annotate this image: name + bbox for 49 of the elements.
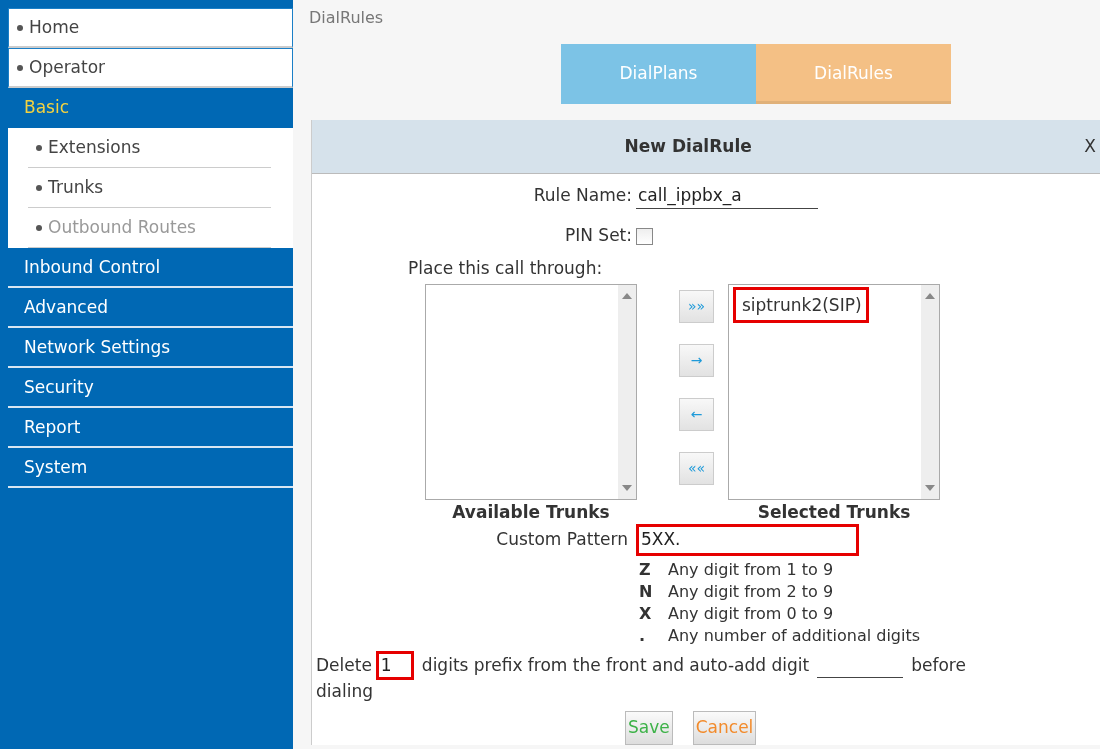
legend-symbol: . bbox=[639, 625, 647, 647]
legend-symbol: X bbox=[639, 603, 653, 625]
page-title: DialRules bbox=[309, 7, 385, 29]
legend-text: Any number of additional digits bbox=[668, 625, 921, 647]
legend-text: Any digit from 1 to 9 bbox=[668, 559, 834, 581]
scroll-down-icon[interactable] bbox=[622, 484, 632, 491]
rule-text: Delete bbox=[316, 655, 372, 675]
nav-item[interactable]: Outbound Routes bbox=[28, 208, 271, 248]
rule-text: digits prefix from the front and auto-add digit bbox=[421, 655, 810, 675]
dialog-title: New DialRule bbox=[623, 134, 753, 158]
list-caption: Selected Trunks bbox=[756, 500, 912, 524]
nav-label: Outbound Routes bbox=[48, 215, 196, 239]
nav-item[interactable]: Extensions bbox=[28, 128, 271, 168]
close-button[interactable]: X bbox=[1084, 133, 1100, 160]
nav-section[interactable]: Basic bbox=[8, 88, 293, 128]
legend-text: Any digit from 2 to 9 bbox=[668, 581, 834, 603]
nav-item[interactable]: Operator bbox=[8, 48, 293, 88]
custom-pattern-field[interactable]: 5XX. bbox=[636, 524, 859, 556]
nav-label: Operator bbox=[29, 55, 106, 79]
bullet-icon bbox=[36, 144, 42, 151]
scrollbar[interactable] bbox=[618, 284, 636, 499]
digits-field[interactable]: 1 bbox=[375, 651, 414, 680]
list-box[interactable]: siptrunk2(SIP) bbox=[728, 283, 940, 500]
rule-text: dialing bbox=[316, 681, 373, 701]
scroll-up-icon[interactable] bbox=[622, 292, 632, 299]
pin-checkbox[interactable] bbox=[636, 227, 653, 245]
list-option[interactable]: siptrunk2(SIP) bbox=[733, 286, 869, 323]
bullet-icon bbox=[17, 24, 23, 31]
scroll-up-icon[interactable] bbox=[925, 292, 935, 299]
nav-label: Trunks bbox=[48, 175, 104, 199]
bullet-icon bbox=[17, 64, 23, 71]
field-label: Rule Name: bbox=[532, 184, 633, 208]
rule-name-field[interactable]: call_ippbx_a bbox=[636, 182, 818, 210]
field-label: Custom Pattern bbox=[495, 528, 629, 552]
field-label: PIN Set: bbox=[563, 224, 633, 248]
rule-text: before bbox=[911, 655, 966, 675]
scroll-down-icon[interactable] bbox=[925, 484, 935, 491]
nav-item[interactable]: Home bbox=[8, 8, 293, 48]
list-caption: Available Trunks bbox=[451, 500, 611, 524]
bullet-icon bbox=[36, 224, 42, 231]
legend-text: Any digit from 0 to 9 bbox=[668, 603, 834, 625]
nav-item[interactable]: Trunks bbox=[28, 168, 271, 208]
section-label: Place this call through: bbox=[407, 257, 604, 280]
legend-symbol: N bbox=[639, 581, 654, 603]
bullet-icon bbox=[36, 184, 42, 191]
legend-symbol: Z bbox=[639, 559, 652, 581]
nav-label: Extensions bbox=[48, 135, 141, 159]
nav-label: Home bbox=[29, 15, 80, 39]
scrollbar[interactable] bbox=[921, 284, 939, 499]
